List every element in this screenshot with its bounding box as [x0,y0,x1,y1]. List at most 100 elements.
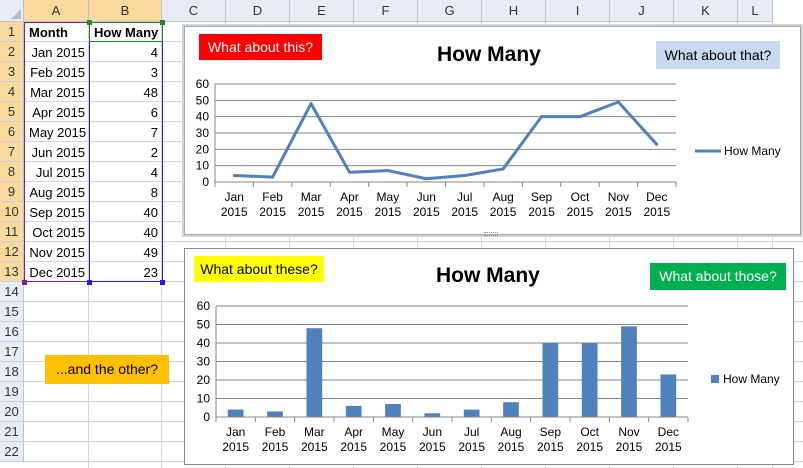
row-header-13[interactable]: 13 [0,262,24,282]
row-header-5[interactable]: 5 [0,102,24,122]
column-header-a[interactable]: A [24,0,89,22]
row-header-6[interactable]: 6 [0,122,24,142]
chart-resize-grip[interactable] [484,232,498,236]
row-header-9[interactable]: 9 [0,182,24,202]
bar[interactable] [542,343,559,417]
x-tick-label: 2015 [528,205,555,219]
legend-label[interactable]: How Many [723,372,780,386]
column-header-e[interactable]: E [290,0,354,22]
x-tick-label: Apr [340,190,359,204]
resize-handle[interactable] [22,280,27,285]
column-header-d[interactable]: D [226,0,290,22]
bar[interactable] [227,409,244,417]
data-point[interactable] [347,170,351,174]
resize-handle[interactable] [160,20,165,25]
bar[interactable] [463,409,480,417]
data-point[interactable] [232,173,236,177]
data-point[interactable] [271,175,275,179]
row-header-19[interactable]: 19 [0,382,24,402]
y-tick-label: 40 [196,110,210,124]
row-header-10[interactable]: 10 [0,202,24,222]
column-header-f[interactable]: F [354,0,418,22]
bar[interactable] [660,374,677,417]
shape-and-the-other[interactable]: ...and the other? [45,355,169,384]
row-header-15[interactable]: 15 [0,302,24,322]
column-header-j[interactable]: J [610,0,674,22]
row-header-4[interactable]: 4 [0,82,24,102]
row-header-8[interactable]: 8 [0,162,24,182]
x-tick-label: Dec [646,190,667,204]
row-header-11[interactable]: 11 [0,222,24,242]
shape-what-about-these[interactable]: What about these? [194,256,324,282]
data-point[interactable] [616,100,620,104]
legend-label[interactable]: How Many [724,144,781,158]
y-tick-label: 0 [203,410,210,424]
x-tick-label: 2015 [616,440,643,454]
x-tick-label: 2015 [298,205,325,219]
shape-what-about-that[interactable]: What about that? [656,41,780,69]
bar[interactable] [385,404,401,417]
x-tick-label: 2015 [301,440,328,454]
x-tick-label: 2015 [451,205,478,219]
data-point[interactable] [463,173,467,177]
x-tick-label: Apr [344,425,363,439]
column-header-c[interactable]: C [162,0,226,22]
column-header-h[interactable]: H [482,0,546,22]
row-header-3[interactable]: 3 [0,62,24,82]
bar[interactable] [267,411,283,417]
resize-handle[interactable] [160,280,165,285]
x-tick-label: Jul [457,190,472,204]
x-tick-label: Aug [500,425,521,439]
row-header-20[interactable]: 20 [0,402,24,422]
column-header-g[interactable]: G [418,0,482,22]
y-tick-label: 10 [196,159,210,173]
row-header-12[interactable]: 12 [0,242,24,262]
x-tick-label: 2015 [221,205,248,219]
shape-what-about-this[interactable]: What about this? [199,34,322,60]
data-point[interactable] [540,115,544,119]
row-header-14[interactable]: 14 [0,282,24,302]
bar[interactable] [424,413,441,417]
shape-what-about-those[interactable]: What about those? [650,263,786,290]
x-tick-label: May [377,190,400,204]
data-point[interactable] [501,167,505,171]
data-point[interactable] [424,177,428,181]
y-tick-label: 0 [202,175,209,189]
bar[interactable] [621,326,637,417]
row-header-18[interactable]: 18 [0,362,24,382]
x-tick-label: Sep [540,425,562,439]
column-header-b[interactable]: B [89,0,162,22]
x-tick-label: Feb [265,425,286,439]
row-header-17[interactable]: 17 [0,342,24,362]
bar[interactable] [503,402,519,417]
x-tick-label: Nov [618,425,639,439]
data-point[interactable] [655,142,659,146]
series-line[interactable] [234,100,658,181]
bar[interactable] [306,328,323,417]
row-header-2[interactable]: 2 [0,42,24,62]
data-point[interactable] [578,115,582,119]
row-header-21[interactable]: 21 [0,422,24,442]
row-header-1[interactable]: 1 [0,22,24,42]
x-tick-label: 2015 [413,205,440,219]
column-header-i[interactable]: I [546,0,610,22]
bar[interactable] [581,343,598,417]
x-tick-label: Mar [304,425,325,439]
resize-handle[interactable] [87,20,92,25]
row-header-22[interactable]: 22 [0,442,24,462]
data-point[interactable] [309,102,313,106]
resize-handle[interactable] [87,280,92,285]
x-tick-label: 2015 [380,440,407,454]
column-header-l[interactable]: L [738,0,773,22]
selection-range-how-many [89,22,163,282]
x-tick-label: Oct [580,425,599,439]
row-header-7[interactable]: 7 [0,142,24,162]
y-tick-label: 50 [197,318,211,332]
column-header-k[interactable]: K [674,0,738,22]
y-tick-label: 40 [197,336,211,350]
bar[interactable] [345,405,362,417]
data-point[interactable] [386,169,390,173]
x-tick-label: May [382,425,405,439]
x-tick-label: Jul [464,425,479,439]
row-header-16[interactable]: 16 [0,322,24,342]
